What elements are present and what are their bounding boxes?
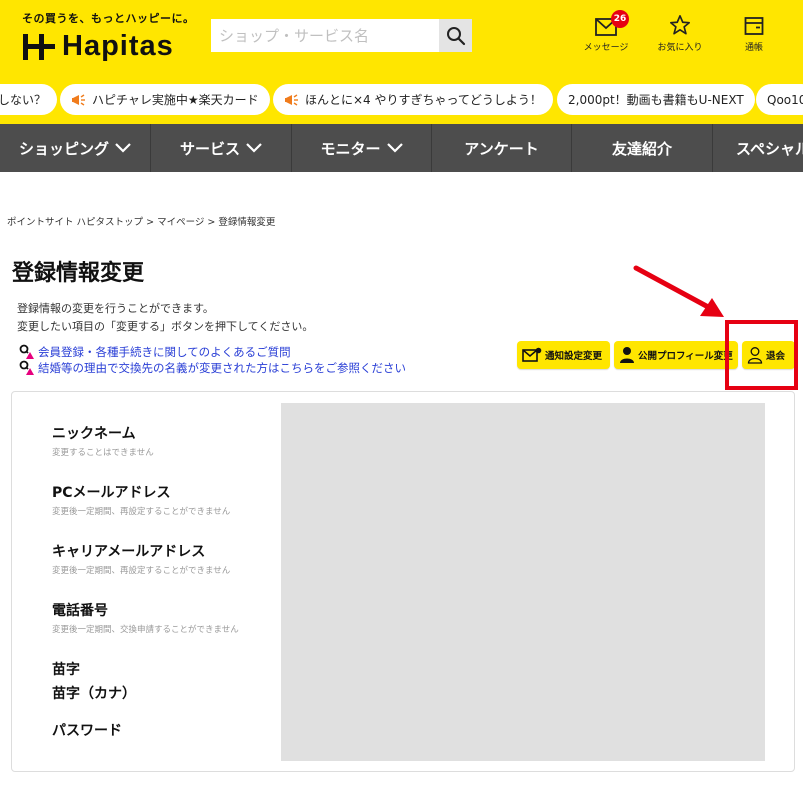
chevron-down-icon (246, 143, 262, 153)
mail-settings-icon (522, 347, 542, 362)
annotation-arrow-icon (633, 265, 724, 317)
field-surname-kana: 苗字（カナ） (52, 686, 136, 702)
nav-monitor[interactable]: モニター (292, 124, 432, 172)
campaign-pill[interactable]: 2,000pt！動画も書籍もU-NEXT (557, 84, 755, 115)
passbook-link[interactable]: 通帳 (719, 14, 789, 53)
field-password: パスワード (52, 723, 122, 739)
faq-link-registration[interactable]: 会員登録・各種手続きに関してのよくあるご質問 (19, 344, 291, 360)
campaign-pill[interactable]: ほんとに×4 やりすぎちゃってどうしよう！ (273, 84, 553, 115)
main-nav: ショッピング サービス モニター アンケート 友達紹介 スペシャル (0, 124, 803, 172)
star-icon (670, 15, 690, 35)
field-pc-email: PCメールアドレス 変更後一定期間、再設定することができません (52, 485, 231, 517)
search-box (211, 19, 472, 52)
page-description: 登録情報の変更を行うことができます。 変更したい項目の「変更する」ボタンを押下し… (17, 302, 314, 333)
logo-mark-icon (22, 32, 56, 62)
favorites-label: お気に入り (657, 43, 703, 53)
passbook-icon (744, 17, 764, 35)
breadcrumb-mypage[interactable]: マイページ (157, 217, 204, 228)
breadcrumb-separator: > (207, 217, 216, 228)
passbook-label: 通帳 (744, 43, 763, 53)
campaign-pill[interactable]: Qoo10 (756, 84, 803, 115)
messages-label: メッセージ (583, 43, 629, 53)
message-count-badge: 26 (611, 10, 629, 28)
breadcrumb-separator: > (146, 217, 155, 228)
field-surname: 苗字 (52, 662, 80, 678)
faq-link-name-change[interactable]: 結婚等の理由で交換先の名義が変更された方はこちらをご参照ください (19, 360, 406, 376)
tagline: その買うを、もっとハッピーに。 (22, 12, 195, 25)
annotation-highlight (725, 320, 798, 390)
campaign-bar: しない？ ハピチャレ実施中★楽天カード ほんとに×4 やりすぎちゃってどうしよう… (0, 76, 803, 124)
campaign-pill[interactable]: しない？ (0, 84, 58, 115)
page-title: 登録情報変更 (12, 261, 145, 286)
nav-special[interactable]: スペシャル (713, 124, 803, 172)
nav-survey[interactable]: アンケート (432, 124, 572, 172)
nav-shopping[interactable]: ショッピング (0, 124, 151, 172)
qa-icon (19, 360, 34, 375)
search-button[interactable] (439, 19, 472, 52)
field-carrier-email: キャリアメールアドレス 変更後一定期間、再設定することができません (52, 544, 231, 576)
chevron-down-icon (115, 143, 131, 153)
messages-link[interactable]: 26 メッセージ (571, 10, 641, 53)
breadcrumb: ポイントサイト ハピタストップ > マイページ > 登録情報変更 (7, 214, 275, 228)
search-icon (446, 26, 465, 45)
megaphone-icon (285, 93, 298, 106)
nav-referral[interactable]: 友達紹介 (572, 124, 713, 172)
nav-service[interactable]: サービス (151, 124, 292, 172)
public-profile-button[interactable]: 公開プロフィール変更 (614, 341, 738, 369)
megaphone-icon (72, 93, 85, 106)
breadcrumb-current: 登録情報変更 (218, 217, 276, 228)
site-header: その買うを、もっとハッピーに。 Hapitas 26 メッセージ (0, 0, 803, 76)
campaign-pill[interactable]: ハピチャレ実施中★楽天カード (60, 84, 270, 115)
field-phone: 電話番号 変更後一定期間、交換申請することができません (52, 603, 239, 635)
qa-icon (19, 344, 34, 359)
search-input[interactable] (211, 19, 439, 52)
notification-settings-button[interactable]: 通知設定変更 (517, 341, 610, 369)
favorites-link[interactable]: お気に入り (645, 14, 715, 53)
field-nickname: ニックネーム 変更することはできません (52, 426, 154, 458)
chevron-down-icon (386, 143, 403, 153)
user-icon (620, 347, 634, 363)
logo-text: Hapitas (62, 30, 174, 62)
hapitas-logo[interactable]: Hapitas (22, 30, 174, 63)
breadcrumb-top[interactable]: ポイントサイト ハピタストップ (7, 217, 143, 228)
redacted-values-area (281, 403, 765, 761)
